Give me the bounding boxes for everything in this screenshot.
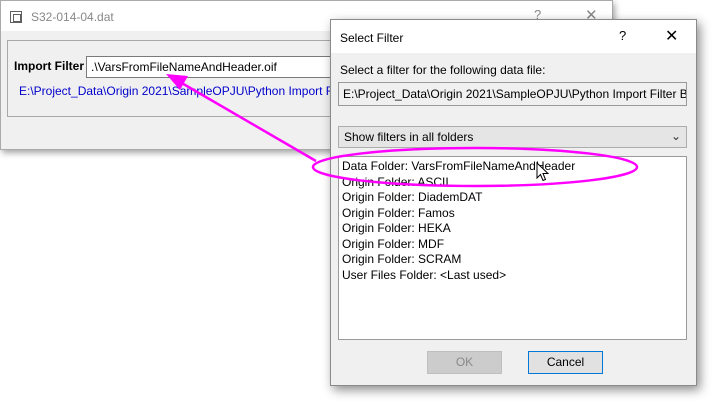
data-file-path-field: E:\Project_Data\Origin 2021\SampleOPJU\P… <box>338 82 687 106</box>
close-icon[interactable]: ✕ <box>665 26 678 46</box>
import-filter-input[interactable]: .\VarsFromFileNameAndHeader.oif <box>86 56 346 78</box>
dialog-prompt: Select a filter for the following data f… <box>340 63 546 77</box>
select-filter-dialog: Select Filter ? ✕ Select a filter for th… <box>330 19 697 386</box>
window-app-icon <box>10 11 22 23</box>
filter-list[interactable]: Data Folder: VarsFromFileNameAndHeader O… <box>338 156 687 340</box>
filter-list-item[interactable]: Origin Folder: SCRAM <box>342 252 683 268</box>
ok-button[interactable]: OK <box>427 351 502 374</box>
filter-list-item[interactable]: Origin Folder: MDF <box>342 237 683 253</box>
dialog-titlebar: Select Filter ? ✕ <box>331 20 696 53</box>
filter-list-item[interactable]: Origin Folder: ASCII <box>342 175 683 191</box>
data-file-path-link[interactable]: E:\Project_Data\Origin 2021\SampleOPJU\P… <box>19 84 332 98</box>
cancel-button[interactable]: Cancel <box>528 351 603 374</box>
dialog-title: Select Filter <box>340 31 404 45</box>
mouse-cursor-icon <box>536 162 549 182</box>
filter-list-item[interactable]: Origin Folder: HEKA <box>342 221 683 237</box>
import-window-title: S32-014-04.dat <box>31 10 114 24</box>
help-icon[interactable]: ? <box>619 28 626 43</box>
chevron-down-icon[interactable]: ⌄ <box>671 129 681 143</box>
filter-list-item[interactable]: User Files Folder: <Last used> <box>342 268 683 284</box>
filter-list-item[interactable]: Origin Folder: Famos <box>342 206 683 222</box>
filter-scope-selected: Show filters in all folders <box>344 130 474 144</box>
filter-list-item[interactable]: Data Folder: VarsFromFileNameAndHeader <box>342 159 683 175</box>
filter-scope-dropdown[interactable]: Show filters in all folders ⌄ <box>338 126 687 148</box>
filter-list-item[interactable]: Origin Folder: DiademDAT <box>342 190 683 206</box>
import-filter-label: Import Filter <box>14 59 85 73</box>
